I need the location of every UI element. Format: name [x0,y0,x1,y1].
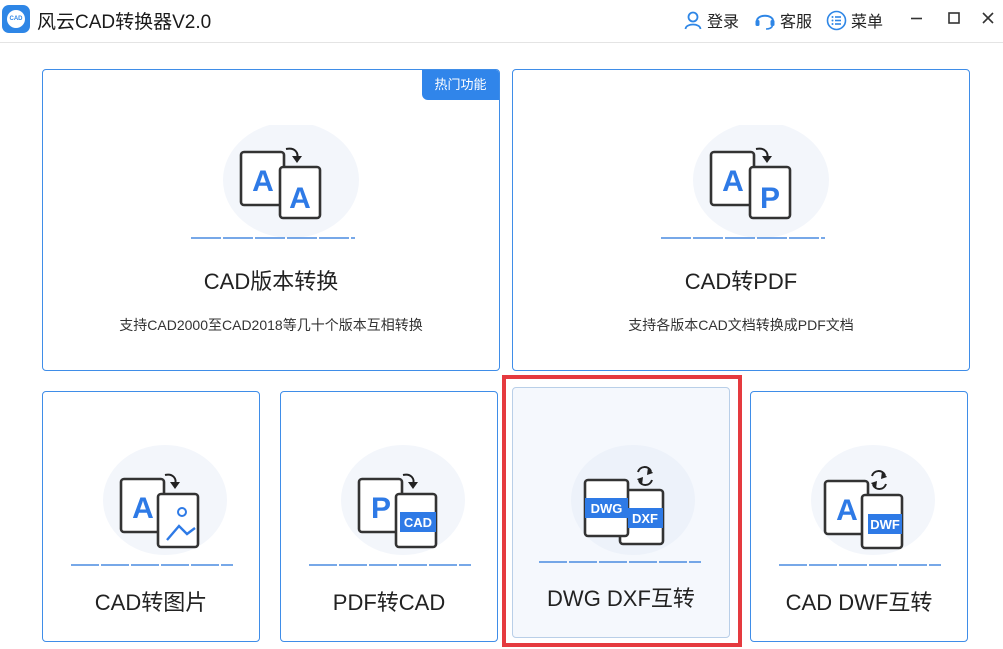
login-button[interactable]: 登录 [683,9,739,31]
card-desc-version: 支持CAD2000至CAD2018等几十个版本互相转换 [119,317,423,333]
menu-button[interactable]: 菜单 [826,9,883,31]
glyph-a: A [836,494,858,527]
card-title-pdf2cad: PDF转CAD [332,590,446,615]
glyph-a-2: A [289,182,311,215]
cad-to-pdf-icon: A P [661,125,829,239]
minimize-icon[interactable] [907,8,927,28]
service-button[interactable]: 客服 [754,9,812,31]
glyph-p: P [371,492,391,525]
app-logo: CAD [2,5,30,33]
card-cad-to-pdf[interactable]: A P CAD转PDF 支持各版本CAD文档转换成PDF文档 [512,69,970,371]
service-label: 客服 [780,14,813,31]
cad-dwf-icon: A DWF [779,445,941,566]
card-title-version: CAD版本转换 [203,269,339,294]
card-title-caddwf: CAD DWF互转 [785,590,933,615]
card-title-image: CAD转图片 [94,590,208,615]
card-pdf-to-cad[interactable]: P CAD PDF转CAD [280,391,498,642]
maximize-icon[interactable] [944,8,964,28]
selection-highlight [502,375,742,647]
login-label: 登录 [707,14,740,31]
card-desc-pdf: 支持各版本CAD文档转换成PDF文档 [628,317,854,333]
app-logo-text: CAD [7,10,25,28]
menu-label: 菜单 [851,14,884,31]
card-title-pdf: CAD转PDF [684,269,798,294]
glyph-cad: CAD [404,515,432,530]
cad-to-image-icon: A [71,445,233,566]
card-cad-dwf-convert[interactable]: A DWF CAD DWF互转 [750,391,968,642]
glyph-dwf: DWF [870,517,900,532]
user-icon [684,11,702,30]
glyph-a: A [132,492,154,525]
close-icon[interactable] [978,8,998,28]
glyph-a-1: A [252,165,274,198]
title-bar: CAD 风云CAD转换器V2.0 登录 客服 菜单 [0,0,1003,43]
pdf-to-cad-icon: P CAD [309,445,471,566]
card-cad-to-image[interactable]: A CAD转图片 [42,391,260,642]
glyph-a: A [722,165,744,198]
glyph-p: P [760,182,780,215]
version-convert-icon: A A [191,125,359,239]
list-menu-icon [826,10,847,30]
app-title: 风云CAD转换器V2.0 [37,12,212,33]
card-cad-version-convert[interactable]: 热门功能 A A CAD版本转换 支持CAD2000至CAD2018等几十个版本… [42,69,500,371]
hot-feature-badge: 热门功能 [422,70,499,100]
headset-icon [755,14,775,30]
